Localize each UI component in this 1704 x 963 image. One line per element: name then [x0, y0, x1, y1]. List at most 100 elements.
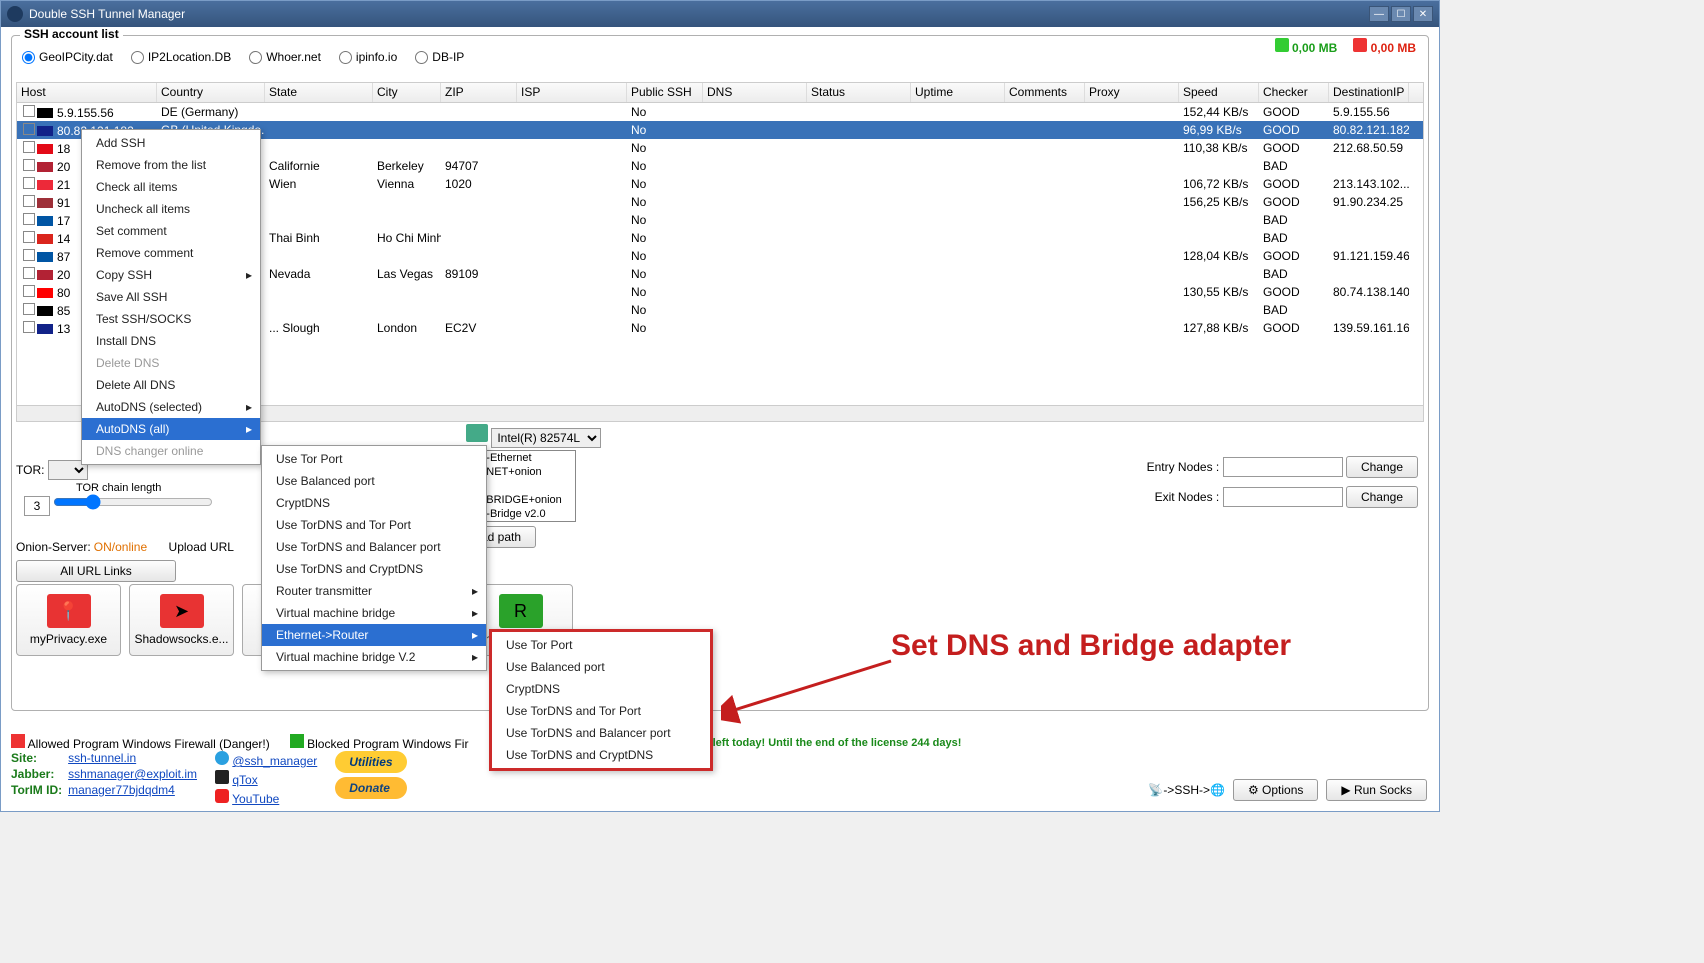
menu-item[interactable]: AutoDNS (selected)▸: [82, 396, 260, 418]
telegram-link[interactable]: @ssh_manager: [215, 751, 317, 768]
column-header[interactable]: Speed: [1179, 83, 1259, 102]
column-header[interactable]: Status: [807, 83, 911, 102]
menu-item[interactable]: Use TorDNS and Tor Port: [262, 514, 486, 536]
column-header[interactable]: Comments: [1005, 83, 1085, 102]
jabber-link[interactable]: sshmanager@exploit.im: [68, 767, 197, 781]
menu-item[interactable]: Delete All DNS: [82, 374, 260, 396]
launcher-button[interactable]: 📍myPrivacy.exe: [16, 584, 121, 656]
telegram-icon: [215, 751, 229, 765]
tor-row: TOR:: [16, 460, 88, 480]
youtube-link[interactable]: YouTube: [215, 789, 317, 806]
menu-item: Delete DNS: [82, 352, 260, 374]
pill-buttons: Utilities Donate: [335, 751, 406, 799]
firewall-blocked: Blocked Program Windows Fir: [290, 734, 469, 751]
entry-change-button[interactable]: Change: [1346, 456, 1418, 478]
table-row[interactable]: 5.9.155.56DE (Germany)No152,44 KB/sGOOD5…: [17, 103, 1423, 121]
menu-item[interactable]: Use Balanced port: [492, 656, 710, 678]
menu-item[interactable]: Uncheck all items: [82, 198, 260, 220]
menu-item[interactable]: Set comment: [82, 220, 260, 242]
youtube-icon: [215, 789, 229, 803]
all-url-links-button[interactable]: All URL Links: [16, 560, 176, 582]
radio-ip2location[interactable]: IP2Location.DB: [131, 50, 231, 64]
menu-item[interactable]: Remove from the list: [82, 154, 260, 176]
utilities-button[interactable]: Utilities: [335, 751, 406, 773]
options-button[interactable]: ⚙ Options: [1233, 779, 1318, 801]
menu-item[interactable]: Use TorDNS and Balancer port: [492, 722, 710, 744]
menu-item[interactable]: Test SSH/SOCKS: [82, 308, 260, 330]
menu-item[interactable]: Add SSH: [82, 132, 260, 154]
menu-item[interactable]: Use TorDNS and CryptDNS: [492, 744, 710, 766]
menu-item[interactable]: Copy SSH▸: [82, 264, 260, 286]
entry-nodes-row: Entry Nodes : Change: [1147, 456, 1418, 478]
column-header[interactable]: Uptime: [911, 83, 1005, 102]
column-header[interactable]: Public SSH: [627, 83, 703, 102]
exit-change-button[interactable]: Change: [1346, 486, 1418, 508]
menu-item[interactable]: Use Tor Port: [262, 448, 486, 470]
site-link[interactable]: ssh-tunnel.in: [68, 751, 197, 765]
exit-nodes-label: Exit Nodes :: [1155, 490, 1220, 504]
adapter-select[interactable]: Intel(R) 82574L G: [491, 428, 601, 448]
menu-item[interactable]: Remove comment: [82, 242, 260, 264]
column-header[interactable]: DNS: [703, 83, 807, 102]
launcher-button[interactable]: ➤Shadowsocks.e...: [129, 584, 234, 656]
qtox-link[interactable]: qTox: [215, 770, 317, 787]
column-header[interactable]: City: [373, 83, 441, 102]
menu-item[interactable]: AutoDNS (all)▸: [82, 418, 260, 440]
adapter-icon: [466, 424, 488, 442]
menu-item[interactable]: Router transmitter▸: [262, 580, 486, 602]
column-header[interactable]: ISP: [517, 83, 627, 102]
column-header[interactable]: Host: [17, 83, 157, 102]
bandwidth-down: 0,00 MB: [1275, 38, 1338, 55]
app-window: Double SSH Tunnel Manager — ☐ ✕ SSH acco…: [0, 0, 1440, 812]
menu-item[interactable]: Use TorDNS and Balancer port: [262, 536, 486, 558]
menu-item[interactable]: Use TorDNS and Tor Port: [492, 700, 710, 722]
radio-whoer[interactable]: Whoer.net: [249, 50, 321, 64]
green-square-icon: [290, 734, 304, 748]
exit-nodes-row: Exit Nodes : Change: [1155, 486, 1418, 508]
tor-chain-label: TOR chain length: [24, 482, 213, 494]
menu-item[interactable]: CryptDNS: [492, 678, 710, 700]
geoip-radios: GeoIPCity.dat IP2Location.DB Whoer.net i…: [12, 46, 1428, 68]
menu-item[interactable]: Use Tor Port: [492, 634, 710, 656]
qtox-icon: [215, 770, 229, 784]
column-header[interactable]: DestinationIP: [1329, 83, 1409, 102]
torim-link[interactable]: manager77bjdqdm4: [68, 783, 197, 797]
maximize-button[interactable]: ☐: [1391, 6, 1411, 22]
entry-nodes-input[interactable]: [1223, 457, 1343, 477]
radio-geoipcity[interactable]: GeoIPCity.dat: [22, 50, 113, 64]
upload-icon: [1353, 38, 1367, 52]
exit-nodes-input[interactable]: [1223, 487, 1343, 507]
menu-item[interactable]: Save All SSH: [82, 286, 260, 308]
menu-item[interactable]: Check all items: [82, 176, 260, 198]
donate-button[interactable]: Donate: [335, 777, 406, 799]
column-header[interactable]: Checker: [1259, 83, 1329, 102]
run-socks-button[interactable]: ▶ Run Socks: [1326, 779, 1427, 801]
minimize-button[interactable]: —: [1369, 6, 1389, 22]
footer-links: Site:ssh-tunnel.in Jabber:sshmanager@exp…: [11, 751, 197, 797]
menu-item[interactable]: CryptDNS: [262, 492, 486, 514]
radio-dbip[interactable]: DB-IP: [415, 50, 464, 64]
menu-item[interactable]: Ethernet->Router▸: [262, 624, 486, 646]
menu-item[interactable]: Virtual machine bridge V.2▸: [262, 646, 486, 668]
table-header: HostCountryStateCityZIPISPPublic SSHDNSS…: [17, 83, 1423, 103]
entry-nodes-label: Entry Nodes :: [1147, 460, 1220, 474]
tor-chain-value[interactable]: [24, 496, 50, 516]
column-header[interactable]: Country: [157, 83, 265, 102]
context-menu-main[interactable]: Add SSHRemove from the listCheck all ite…: [81, 129, 261, 465]
tor-chain-slider[interactable]: [53, 494, 213, 510]
close-button[interactable]: ✕: [1413, 6, 1433, 22]
radio-ipinfo[interactable]: ipinfo.io: [339, 50, 397, 64]
menu-item[interactable]: Use TorDNS and CryptDNS: [262, 558, 486, 580]
footer-right: 📡->SSH->🌐 ⚙ Options ▶ Run Socks: [1148, 779, 1427, 801]
context-menu-ethernet-router[interactable]: Use Tor PortUse Balanced portCryptDNSUse…: [489, 629, 713, 771]
menu-item[interactable]: Virtual machine bridge▸: [262, 602, 486, 624]
context-menu-autodns[interactable]: Use Tor PortUse Balanced portCryptDNSUse…: [261, 445, 487, 671]
menu-item[interactable]: Use Balanced port: [262, 470, 486, 492]
menu-item: DNS changer online: [82, 440, 260, 462]
tor-label: TOR:: [16, 463, 44, 477]
column-header[interactable]: State: [265, 83, 373, 102]
column-header[interactable]: Proxy: [1085, 83, 1179, 102]
column-header[interactable]: ZIP: [441, 83, 517, 102]
menu-item[interactable]: Install DNS: [82, 330, 260, 352]
app-icon: [7, 6, 23, 22]
